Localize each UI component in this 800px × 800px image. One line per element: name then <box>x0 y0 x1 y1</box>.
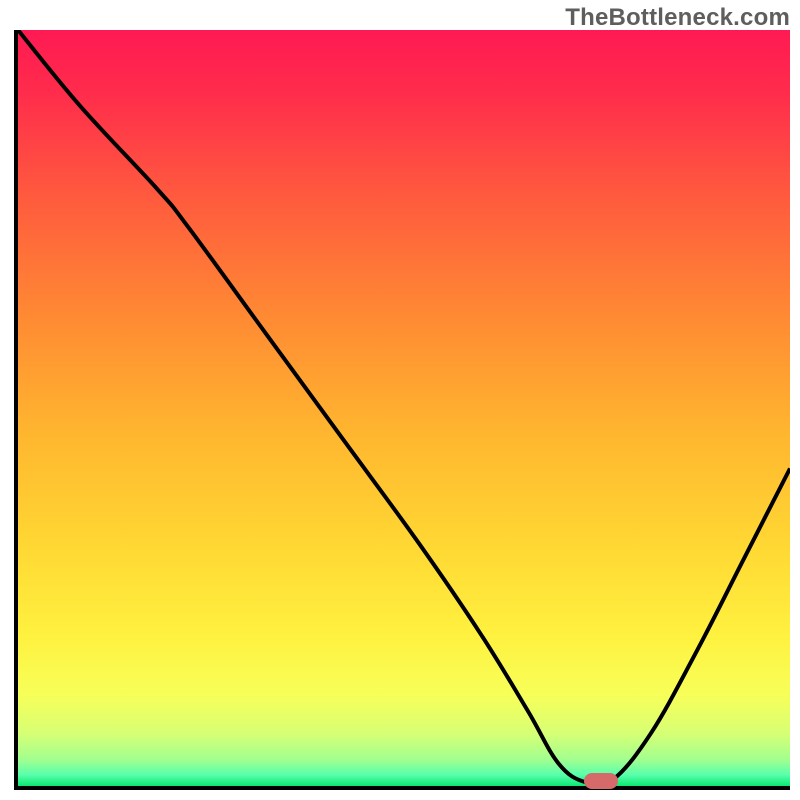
bottleneck-curve <box>18 30 790 786</box>
optimal-point-marker <box>584 773 618 789</box>
chart-container: TheBottleneck.com <box>0 0 800 800</box>
watermark-label: TheBottleneck.com <box>565 4 790 32</box>
plot-area <box>14 30 790 790</box>
